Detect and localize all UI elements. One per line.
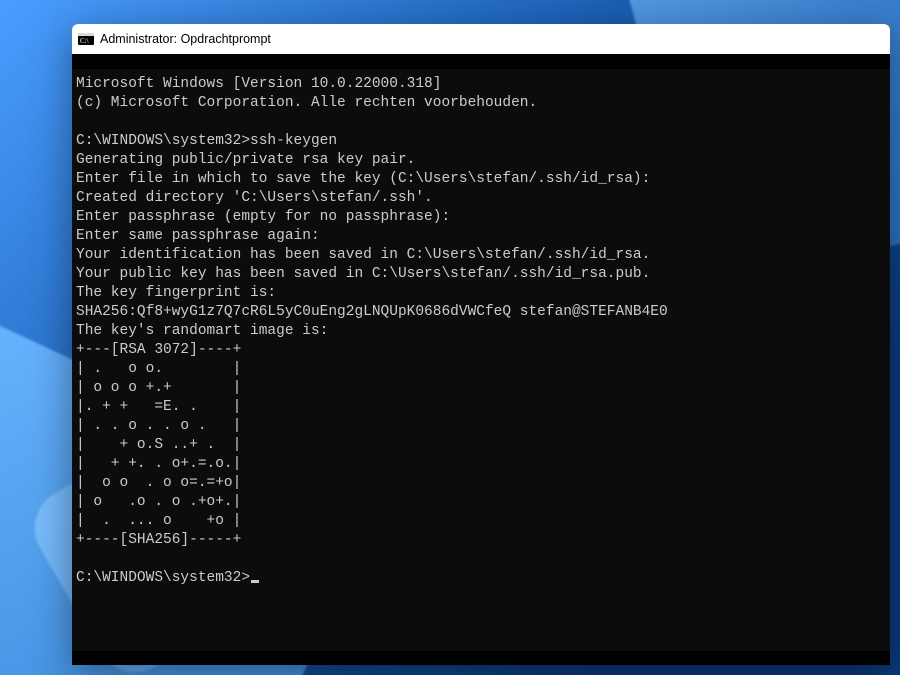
cmd-icon: C:\ <box>78 31 94 47</box>
window-title: Administrator: Opdrachtprompt <box>100 32 271 46</box>
desktop-background: C:\ Administrator: Opdrachtprompt Micros… <box>0 0 900 675</box>
titlebar[interactable]: C:\ Administrator: Opdrachtprompt <box>72 24 890 54</box>
terminal-output[interactable]: Microsoft Windows [Version 10.0.22000.31… <box>72 69 890 651</box>
svg-text:C:\: C:\ <box>80 37 89 45</box>
cmd-window: C:\ Administrator: Opdrachtprompt Micros… <box>72 24 890 665</box>
cursor <box>251 580 259 583</box>
